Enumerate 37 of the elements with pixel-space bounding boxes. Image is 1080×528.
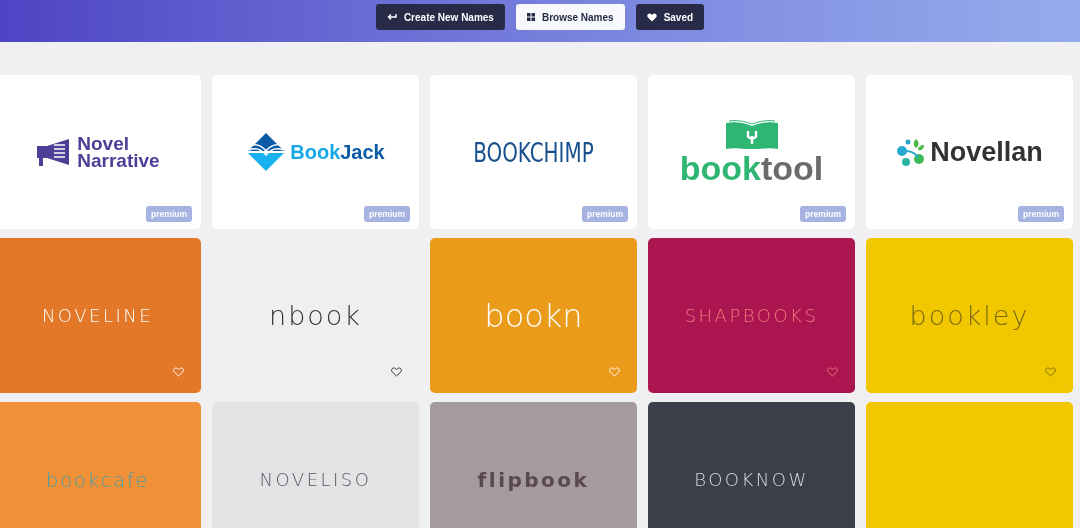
logo-text: nbook (269, 300, 362, 331)
name-card[interactable]: NOVELISO (212, 402, 419, 528)
logo-text: SHAPBOOKS (684, 305, 819, 326)
logo-text: Novellan (930, 138, 1043, 166)
nav-button[interactable]: Browse Names (515, 4, 625, 30)
logo-text: BOOKCHIMP (473, 138, 594, 166)
heart-icon[interactable] (391, 367, 402, 377)
open-book-icon (723, 119, 780, 149)
logo-text: NOVELINE (41, 305, 154, 326)
logo-text: Novel Narrative (77, 134, 160, 170)
logo-text: bookn (484, 296, 583, 335)
nav-button[interactable]: Create New Names (375, 4, 505, 30)
leaf-dots-icon (896, 138, 927, 166)
logo-text: bookley (909, 300, 1030, 331)
logo-text: bookcafe (45, 467, 150, 492)
logo-text: booktool (679, 151, 824, 185)
logo-card[interactable]: BOOKCHIMP premium (430, 75, 637, 229)
nav-button[interactable]: Saved (635, 4, 705, 30)
premium-badge: premium (582, 206, 628, 222)
book-diamond-icon (246, 132, 287, 172)
heart-icon (646, 12, 657, 22)
logo-text: NOVELISO (259, 469, 372, 490)
logo-card[interactable]: Novellan premium (866, 75, 1073, 229)
heart-icon[interactable] (1045, 367, 1056, 377)
grid-icon (526, 13, 535, 21)
logo-text: BookJack (290, 142, 385, 162)
premium-badge: premium (364, 206, 410, 222)
logo-card[interactable]: Novel Narrative premium (0, 75, 201, 229)
name-card[interactable]: BOOKNOW (648, 402, 855, 528)
premium-badge: premium (800, 206, 846, 222)
logo-text: BOOKNOW (694, 469, 809, 490)
premium-badge: premium (146, 206, 192, 222)
logo-card[interactable]: BookJack premium (212, 75, 419, 229)
logo-text: flipbook (477, 467, 590, 492)
logo-card[interactable]: booktool premium (648, 75, 855, 229)
premium-badge: premium (1018, 206, 1064, 222)
return-arrow-icon (386, 13, 397, 21)
